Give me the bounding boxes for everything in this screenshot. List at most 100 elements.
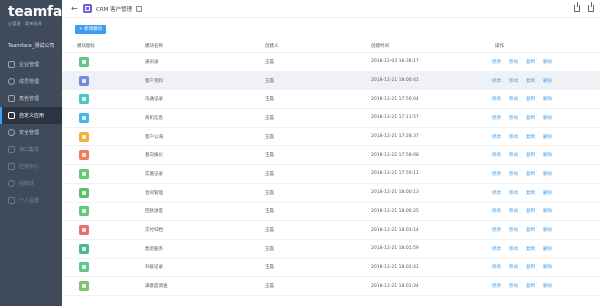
module-icon-cell	[62, 112, 142, 123]
table-row[interactable]: 商机信息 王磊 2018-12-21 17:11:57 修改 移动 复制 删除	[62, 109, 600, 128]
module-icon-cell	[62, 206, 142, 217]
sidebar-item[interactable]: 接口集成	[0, 141, 62, 158]
move-button[interactable]: 移动	[509, 246, 518, 252]
move-button[interactable]: 移动	[509, 283, 518, 289]
table-row[interactable]: 客户公海 王磊 2018-12-21 17:28:37 修改 移动 复制 删除	[62, 128, 600, 147]
sidebar-item-icon	[8, 163, 15, 170]
sidebar-item-label: 个人设置	[19, 198, 40, 204]
delete-button[interactable]: 删除	[543, 152, 552, 158]
sidebar-item[interactable]: 成员管理	[0, 73, 62, 90]
table-row[interactable]: 回款进度 王磊 2018-12-21 18:06:25 修改 移动 复制 删除	[62, 203, 600, 222]
edit-button[interactable]: 修改	[492, 227, 501, 233]
table-row[interactable]: 合同管理 王磊 2018-12-21 18:00:13 修改 移动 复制 删除	[62, 184, 600, 203]
copy-button[interactable]: 复制	[526, 59, 535, 65]
copy-button[interactable]: 复制	[526, 152, 535, 158]
move-button[interactable]: 移动	[509, 115, 518, 121]
delete-button[interactable]: 删除	[543, 190, 552, 196]
edit-button[interactable]: 修改	[492, 264, 501, 270]
table-row[interactable]: 实施记录 王磊 2018-12-21 17:59:11 修改 移动 复制 删除	[62, 165, 600, 184]
copy-button[interactable]: 复制	[526, 171, 535, 177]
table-row[interactable]: 售后服务 王磊 2018-12-21 18:01:59 修改 移动 复制 删除	[62, 240, 600, 259]
copy-button[interactable]: 复制	[526, 246, 535, 252]
module-icon-cell	[62, 187, 142, 198]
copy-button[interactable]: 复制	[526, 190, 535, 196]
move-button[interactable]: 移动	[509, 208, 518, 214]
module-name: 通讯录	[145, 59, 159, 65]
delete-button[interactable]: 删除	[543, 171, 552, 177]
copy-button[interactable]: 复制	[526, 264, 535, 270]
module-creator: 王磊	[265, 59, 274, 65]
edit-button[interactable]: 修改	[492, 152, 501, 158]
copy-button[interactable]: 复制	[526, 134, 535, 140]
edit-button[interactable]: 修改	[492, 59, 501, 65]
table-row[interactable]: 交付归档 王磊 2018-12-21 18:01:14 修改 移动 复制 删除	[62, 221, 600, 240]
module-creator: 王磊	[265, 134, 274, 140]
row-actions: 修改 移动 复制 删除	[450, 78, 600, 84]
back-arrow-icon[interactable]: ←	[71, 4, 79, 13]
table-row[interactable]: 通讯录 王磊 2018-12-03 16:38:17 修改 移动 复制 删除	[62, 53, 600, 72]
sidebar-nav: 企业管理 成员管理 角色管理 自定义应用 安全管理 接口集成 应用中心 回收站个人设置	[0, 56, 62, 209]
edit-button[interactable]: 修改	[492, 115, 501, 121]
table-row[interactable]: 升级记录 王磊 2018-12-21 18:02:41 修改 移动 复制 删除	[62, 259, 600, 278]
table-row[interactable]: 沟通记录 王磊 2018-12-21 17:56:04 修改 移动 复制 删除	[62, 90, 600, 110]
edit-button[interactable]: 修改	[492, 134, 501, 140]
delete-button[interactable]: 删除	[543, 59, 552, 65]
delete-button[interactable]: 删除	[543, 246, 552, 252]
edit-button[interactable]: 修改	[492, 78, 501, 84]
delete-button[interactable]: 删除	[543, 283, 552, 289]
table-row[interactable]: 满意度调查 王磊 2018-12-21 18:01:34 修改 移动 复制 删除	[62, 277, 600, 296]
sidebar-item[interactable]: 回收站	[0, 175, 62, 192]
delete-button[interactable]: 删除	[543, 134, 552, 140]
module-creator: 王磊	[265, 171, 274, 177]
module-icon	[79, 225, 89, 236]
module-icon-cell	[62, 225, 142, 236]
delete-button[interactable]: 删除	[543, 78, 552, 84]
table-row[interactable]: 客户资料 王磊 2018-12-21 18:00:41 修改 移动 复制 删除	[62, 71, 600, 91]
sidebar-item-icon	[8, 129, 15, 136]
export-icon[interactable]	[574, 2, 580, 12]
move-button[interactable]: 移动	[509, 96, 518, 102]
module-icon-cell	[62, 56, 142, 67]
import-icon[interactable]	[588, 2, 594, 12]
move-button[interactable]: 移动	[509, 78, 518, 84]
move-button[interactable]: 移动	[509, 264, 518, 270]
copy-button[interactable]: 复制	[526, 208, 535, 214]
copy-button[interactable]: 复制	[526, 96, 535, 102]
move-button[interactable]: 移动	[509, 152, 518, 158]
add-module-button[interactable]: + 新增模块	[75, 25, 107, 34]
edit-button[interactable]: 修改	[492, 283, 501, 289]
module-created-time: 2018-12-21 17:11:57	[371, 115, 419, 121]
sidebar-item[interactable]: 安全管理	[0, 124, 62, 141]
delete-button[interactable]: 删除	[543, 115, 552, 121]
edit-button[interactable]: 修改	[492, 96, 501, 102]
module-creator: 王磊	[265, 228, 274, 234]
delete-button[interactable]: 删除	[543, 227, 552, 233]
edit-button[interactable]: 修改	[492, 171, 501, 177]
delete-button[interactable]: 删除	[543, 96, 552, 102]
delete-button[interactable]: 删除	[543, 264, 552, 270]
move-button[interactable]: 移动	[509, 190, 518, 196]
table-row[interactable]: 意向报价 王磊 2018-12-22 17:58:08 修改 移动 复制 删除	[62, 146, 600, 166]
move-button[interactable]: 移动	[509, 59, 518, 65]
edit-button[interactable]: 修改	[492, 246, 501, 252]
edit-button[interactable]: 修改	[492, 208, 501, 214]
sidebar-item[interactable]: 企业管理	[0, 56, 62, 73]
sidebar-item[interactable]: 个人设置	[0, 192, 62, 209]
sidebar-item[interactable]: 角色管理	[0, 90, 62, 107]
delete-button[interactable]: 删除	[543, 208, 552, 214]
module-icon	[79, 281, 89, 292]
sidebar-item[interactable]: 自定义应用	[0, 107, 62, 124]
copy-button[interactable]: 复制	[526, 227, 535, 233]
move-button[interactable]: 移动	[509, 227, 518, 233]
sidebar-item[interactable]: 应用中心	[0, 158, 62, 175]
copy-button[interactable]: 复制	[526, 283, 535, 289]
move-button[interactable]: 移动	[509, 171, 518, 177]
col-header-name: 模块名称	[145, 44, 163, 49]
copy-button[interactable]: 复制	[526, 115, 535, 121]
module-table: 模块图标 模块名称 创建人 创建时间 操作 通讯录 王磊 2018-12-03 16…	[62, 40, 600, 296]
edit-title-icon[interactable]	[136, 5, 143, 12]
move-button[interactable]: 移动	[509, 134, 518, 140]
copy-button[interactable]: 复制	[526, 78, 535, 84]
company-name[interactable]: Teamface_测试公司	[0, 40, 62, 52]
edit-button[interactable]: 修改	[492, 190, 501, 196]
